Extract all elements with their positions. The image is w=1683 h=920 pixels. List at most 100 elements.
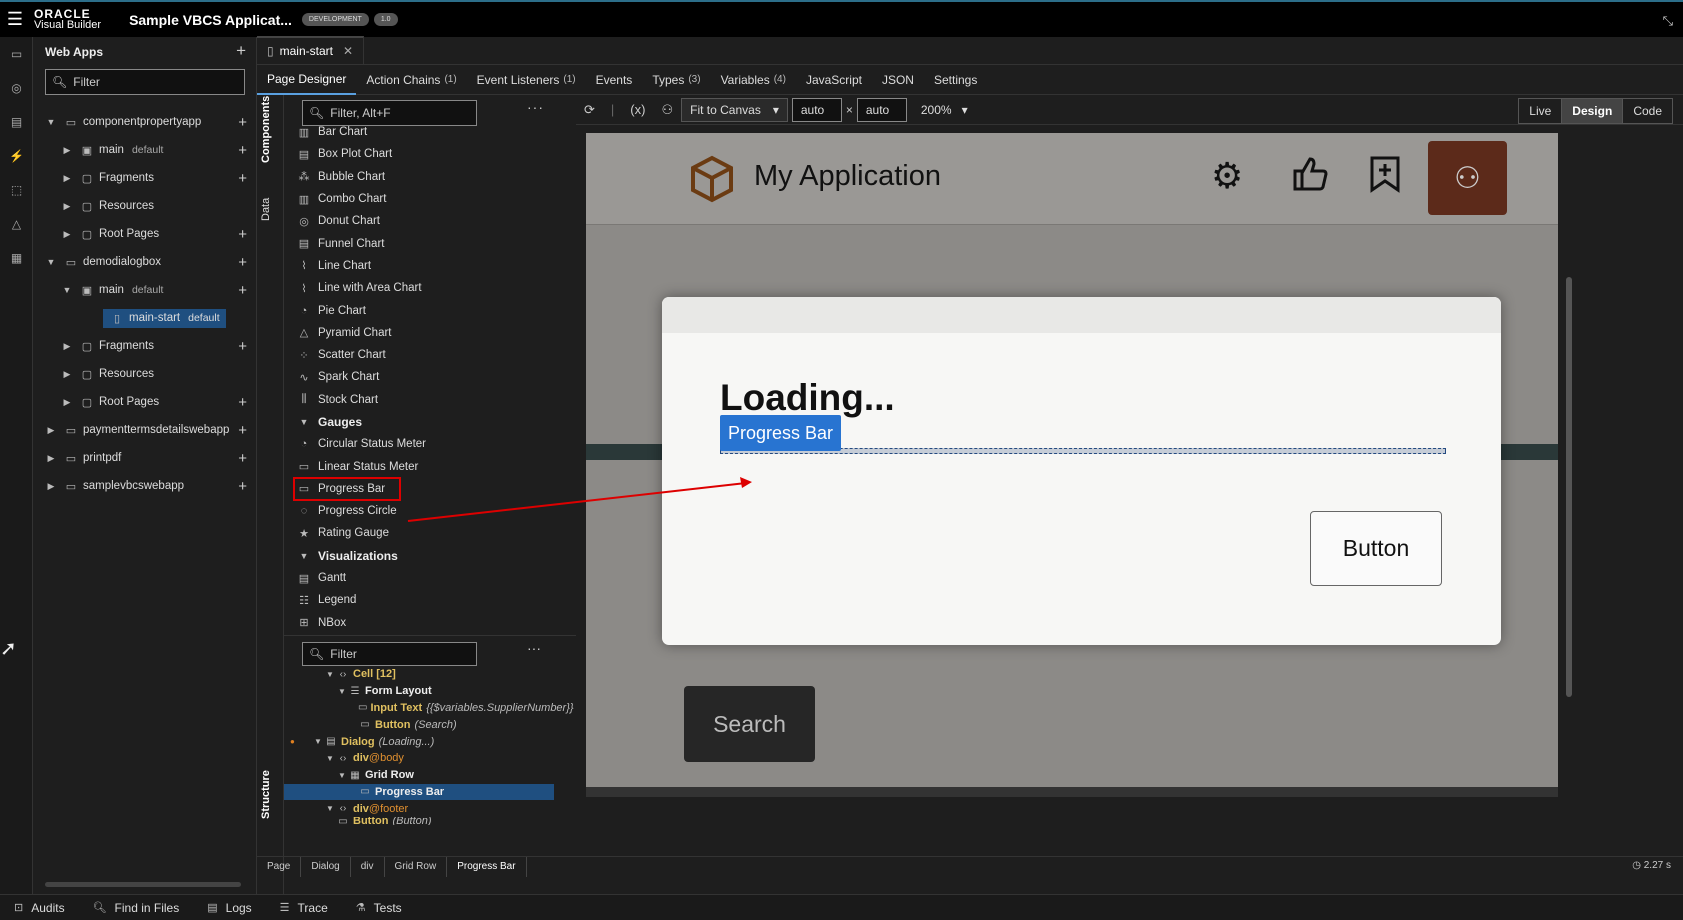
component-item[interactable]: ◌ Progress Circle xyxy=(294,500,564,522)
close-icon[interactable]: ✕ xyxy=(343,44,353,58)
vtab-structure[interactable]: Structure xyxy=(260,770,272,819)
tree-item[interactable]: ▶ ▢ Root Pages + xyxy=(33,388,257,416)
breadcrumb-item[interactable]: Grid Row xyxy=(385,856,448,877)
add-icon[interactable]: + xyxy=(238,478,247,495)
tree-item[interactable]: ▶ ▢ Fragments + xyxy=(33,164,257,192)
tree-item[interactable]: ▼ ▣ main default + xyxy=(33,276,257,304)
width-input[interactable]: auto xyxy=(791,97,842,122)
more-options-icon[interactable]: ··· xyxy=(527,640,541,656)
structure-row[interactable]: ▼ ‹› Cell [12] xyxy=(284,666,554,683)
component-item[interactable]: ▥ Bar Chart xyxy=(294,121,564,143)
thumbs-up-icon[interactable] xyxy=(1291,155,1329,202)
processes-icon[interactable]: ⚡ xyxy=(0,139,33,173)
business-objects-icon[interactable]: ▤ xyxy=(0,105,33,139)
bookmark-add-icon[interactable] xyxy=(1369,155,1401,202)
chevron-down-icon[interactable]: ▼ xyxy=(61,285,73,295)
add-icon[interactable]: + xyxy=(238,170,247,187)
trace-button[interactable]: ☰ Trace xyxy=(280,901,328,915)
more-options-icon[interactable]: ··· xyxy=(527,99,544,115)
tree-item[interactable]: ▶ ▢ Fragments + xyxy=(33,332,257,360)
nav-filter-input[interactable]: 🔍︎ Filter xyxy=(45,69,245,95)
dialog-button[interactable]: Button xyxy=(1310,511,1442,586)
app-title[interactable]: Sample VBCS Applicat... xyxy=(129,12,292,28)
files-icon[interactable]: ▦ xyxy=(0,241,33,275)
hamburger-menu-icon[interactable]: ☰ xyxy=(0,1,30,38)
structure-row[interactable]: ▭ Input Text {{$variables.SupplierNumber}} xyxy=(284,700,574,717)
component-item[interactable]: ◎ Donut Chart xyxy=(294,210,564,232)
tree-item-selected[interactable]: ▯ main-start default xyxy=(33,304,257,332)
component-item[interactable]: ▥ Combo Chart xyxy=(294,188,564,210)
component-item[interactable]: △ Pyramid Chart xyxy=(294,322,564,344)
component-item[interactable]: ⫼ Stock Chart xyxy=(294,389,564,411)
file-tab-main-start[interactable]: ▯ main-start ✕ xyxy=(257,36,365,64)
structure-row[interactable]: ▼ ‹› div @body xyxy=(284,750,554,767)
component-item[interactable]: ∿ Spark Chart xyxy=(294,366,564,388)
tab-json[interactable]: JSON xyxy=(872,65,924,95)
user-icon[interactable]: ⚇ xyxy=(661,102,673,118)
chevron-right-icon[interactable]: ▶ xyxy=(61,229,73,240)
chevron-right-icon[interactable]: ▶ xyxy=(45,481,57,492)
structure-filter-input[interactable]: 🔍︎ Filter xyxy=(302,642,477,666)
source-icon[interactable]: △ xyxy=(0,207,33,241)
structure-row-selected[interactable]: ▭ Progress Bar xyxy=(284,783,554,801)
tab-settings[interactable]: Settings xyxy=(924,65,987,95)
tab-javascript[interactable]: JavaScript xyxy=(796,65,872,95)
add-icon[interactable]: + xyxy=(238,422,247,439)
mode-design[interactable]: Design xyxy=(1562,99,1624,123)
gear-icon[interactable]: ⚙ xyxy=(1211,155,1243,197)
component-item[interactable]: ⌇ Line with Area Chart xyxy=(294,277,564,299)
add-icon[interactable]: + xyxy=(238,282,247,299)
structure-row[interactable]: ▭ Button (Search) xyxy=(284,716,554,733)
loading-dialog[interactable]: Loading... Progress Bar Button xyxy=(662,297,1501,645)
structure-row[interactable]: ▼ ☰ Form Layout xyxy=(284,683,554,700)
tree-item[interactable]: ▶ ▭ paymenttermsdetailswebapp + xyxy=(33,416,257,444)
breadcrumb-item[interactable]: div xyxy=(351,856,385,877)
add-icon[interactable]: + xyxy=(238,450,247,467)
tests-button[interactable]: ⚗ Tests xyxy=(356,901,402,915)
chevron-right-icon[interactable]: ▶ xyxy=(45,453,57,464)
chevron-down-icon[interactable]: ▼ xyxy=(45,117,57,127)
breadcrumb-item-current[interactable]: Progress Bar xyxy=(447,856,527,877)
component-item[interactable]: ▤ Box Plot Chart xyxy=(294,143,564,165)
structure-row[interactable]: ● ▼ ▤ Dialog (Loading...) xyxy=(284,733,554,750)
component-item[interactable]: ▤ Gantt xyxy=(294,567,564,589)
avatar[interactable]: ⚇ xyxy=(1428,141,1507,215)
chevron-right-icon[interactable]: ▶ xyxy=(61,201,73,212)
fit-to-canvas-dropdown[interactable]: Fit to Canvas ▾ xyxy=(681,97,788,122)
chevron-right-icon[interactable]: ▶ xyxy=(61,145,73,156)
web-apps-icon[interactable]: ▭ xyxy=(0,37,33,71)
chevron-right-icon[interactable]: ▶ xyxy=(45,425,57,436)
tree-item[interactable]: ▼ ▭ componentpropertyapp + xyxy=(33,108,257,136)
chevron-right-icon[interactable]: ▶ xyxy=(61,369,73,380)
add-icon[interactable]: + xyxy=(238,114,247,131)
vtab-data[interactable]: Data xyxy=(260,198,272,221)
find-in-files-button[interactable]: 🔍︎ Find in Files xyxy=(93,901,180,915)
component-item[interactable]: ⌇ Line Chart xyxy=(294,255,564,277)
component-item[interactable]: ▤ Funnel Chart xyxy=(294,232,564,254)
tree-item[interactable]: ▶ ▢ Resources xyxy=(33,192,257,220)
tree-item[interactable]: ▼ ▭ demodialogbox + xyxy=(33,248,257,276)
variables-icon[interactable]: (x) xyxy=(630,102,645,117)
structure-row[interactable]: ▼ ‹› div @footer xyxy=(284,800,554,817)
structure-row[interactable]: ▼ ▦ Grid Row xyxy=(284,767,554,784)
tab-event-listeners[interactable]: Event Listeners (1) xyxy=(467,65,586,95)
mode-live[interactable]: Live xyxy=(1519,99,1563,123)
group-visualizations[interactable]: ▼ Visualizations xyxy=(294,545,564,567)
add-icon[interactable]: + xyxy=(238,142,247,159)
tree-item[interactable]: ▶ ▢ Resources xyxy=(33,360,257,388)
components-icon[interactable]: ⬚ xyxy=(0,173,33,207)
audits-button[interactable]: ⊡ Audits xyxy=(14,901,65,915)
component-item[interactable]: ◔ Circular Status Meter xyxy=(294,433,564,455)
add-icon[interactable]: + xyxy=(238,394,247,411)
refresh-icon[interactable]: ⟳ xyxy=(584,102,595,118)
tree-item[interactable]: ▶ ▣ main default + xyxy=(33,136,257,164)
collapse-header-icon[interactable]: ⤡ xyxy=(1663,13,1673,29)
add-icon[interactable]: + xyxy=(238,254,247,271)
chevron-right-icon[interactable]: ▶ xyxy=(61,341,73,352)
vtab-components[interactable]: Components xyxy=(260,96,272,163)
tab-page-designer[interactable]: Page Designer xyxy=(257,65,357,95)
component-item[interactable]: ⊞ NBox xyxy=(294,612,564,634)
add-icon[interactable]: + xyxy=(238,226,247,243)
component-item[interactable]: ⁘ Scatter Chart xyxy=(294,344,564,366)
component-item[interactable]: ☷ Legend xyxy=(294,589,564,611)
